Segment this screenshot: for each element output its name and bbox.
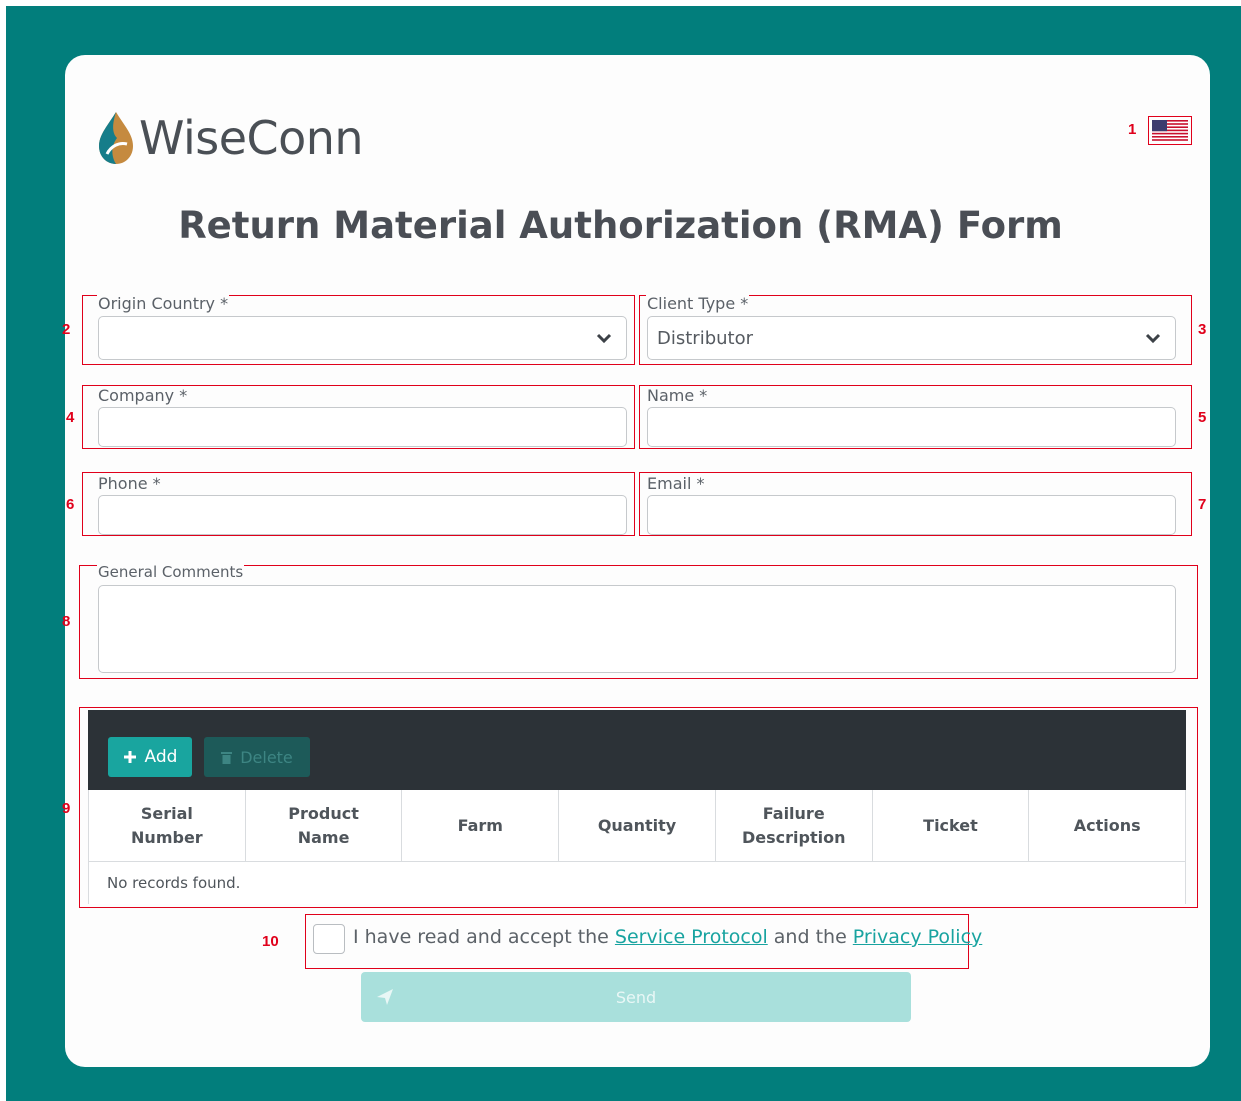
phone-input[interactable] <box>98 495 627 535</box>
column-header[interactable]: Product Name <box>246 790 403 861</box>
name-label: Name * <box>646 386 709 405</box>
company-label: Company * <box>97 386 189 405</box>
column-header[interactable]: Ticket <box>873 790 1030 861</box>
accept-terms-checkbox[interactable] <box>313 924 345 954</box>
column-header[interactable]: Actions <box>1029 790 1187 861</box>
delete-button-label: Delete <box>240 747 293 767</box>
phone-label: Phone * <box>97 474 162 493</box>
wiseconn-logo: WiseConn <box>95 108 364 168</box>
us-flag-icon <box>1152 120 1188 141</box>
send-button[interactable]: Send <box>361 972 911 1022</box>
column-header[interactable]: Farm <box>402 790 560 861</box>
chevron-down-icon <box>596 333 612 344</box>
company-input[interactable] <box>98 407 627 447</box>
annotation-3: 3 <box>1198 321 1207 338</box>
plus-icon <box>123 751 136 763</box>
chevron-down-icon <box>1145 333 1161 344</box>
annotation-8: 8 <box>62 613 71 630</box>
consent-prefix: I have read and accept the <box>353 926 615 948</box>
consent-middle: and the <box>767 926 853 948</box>
add-button-label: Add <box>144 747 178 767</box>
water-drop-icon <box>99 112 133 164</box>
annotation-10: 10 <box>262 933 279 950</box>
annotation-4: 4 <box>66 409 75 426</box>
general-comments-textarea[interactable] <box>98 585 1176 673</box>
column-header[interactable]: Serial Number <box>89 790 246 861</box>
service-protocol-link[interactable]: Service Protocol <box>615 926 768 948</box>
annotation-5: 5 <box>1198 409 1207 426</box>
origin-country-label: Origin Country * <box>97 294 230 313</box>
table-header: Serial Number Product Name Farm Quantity… <box>88 790 1187 862</box>
annotation-6: 6 <box>66 496 75 513</box>
email-label: Email * <box>646 474 706 493</box>
paper-plane-icon <box>377 989 393 1005</box>
add-button[interactable]: Add <box>108 737 192 777</box>
client-type-value: Distributor <box>657 327 754 349</box>
language-selector[interactable] <box>1148 116 1192 145</box>
annotation-1: 1 <box>1128 121 1137 138</box>
origin-country-select[interactable] <box>98 316 627 360</box>
client-type-select[interactable]: Distributor <box>647 316 1176 360</box>
annotation-9: 9 <box>62 800 71 817</box>
name-input[interactable] <box>647 407 1176 447</box>
general-comments-label: General Comments <box>97 563 245 581</box>
annotation-7: 7 <box>1198 496 1207 513</box>
annotation-2: 2 <box>62 321 71 338</box>
consent-text: I have read and accept the Service Proto… <box>353 926 982 948</box>
delete-button[interactable]: Delete <box>204 737 310 777</box>
email-input[interactable] <box>647 495 1176 535</box>
client-type-label: Client Type * <box>646 294 750 313</box>
brand-name: WiseConn <box>139 111 364 165</box>
column-header[interactable]: Quantity <box>559 790 716 861</box>
empty-table-message: No records found. <box>88 862 1186 904</box>
send-button-label: Send <box>615 987 657 1007</box>
privacy-policy-link[interactable]: Privacy Policy <box>853 926 982 948</box>
column-header[interactable]: Failure Description <box>716 790 873 861</box>
page-title: Return Material Authorization (RMA) Form <box>178 204 1063 247</box>
trash-icon <box>221 751 233 764</box>
